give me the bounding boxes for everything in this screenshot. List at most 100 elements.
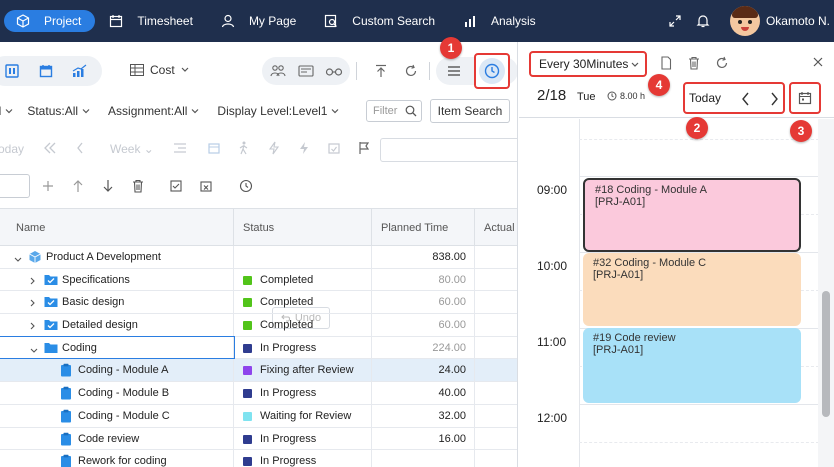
time-entry-event[interactable]: #32 Coding - Module C [PRJ-A01] xyxy=(583,253,801,326)
user-name[interactable]: Okamoto N. xyxy=(766,14,830,28)
history-icon[interactable] xyxy=(238,178,254,194)
nav-custom-search[interactable]: Custom Search xyxy=(310,10,449,32)
date-picker-button[interactable] xyxy=(789,82,821,114)
members-icon[interactable] xyxy=(266,59,290,83)
task-status: Completed xyxy=(260,273,314,286)
chevron-right-icon[interactable] xyxy=(30,276,36,285)
task-status: In Progress xyxy=(260,341,317,354)
table-row[interactable]: Coding - Module C Waiting for Review 32.00 xyxy=(0,404,517,428)
double-left-icon[interactable] xyxy=(42,140,58,156)
trash-icon[interactable] xyxy=(687,56,701,70)
cube-icon xyxy=(16,14,30,28)
time-entry-event[interactable]: #18 Coding - Module A [PRJ-A01] xyxy=(583,178,801,252)
item-search-button[interactable]: Item Search xyxy=(430,99,510,123)
filter-input[interactable]: Filter xyxy=(366,100,422,122)
chevron-right-icon[interactable] xyxy=(30,321,36,330)
planned-time: 838.00 xyxy=(432,251,466,263)
avatar[interactable] xyxy=(729,6,760,36)
lightning-outline-icon[interactable] xyxy=(266,140,282,156)
chevron-right-icon[interactable] xyxy=(30,298,36,307)
checkbox-icon[interactable] xyxy=(168,178,184,194)
menu-icon[interactable] xyxy=(442,59,466,83)
clipboard-icon xyxy=(60,386,74,400)
week-select[interactable]: Week ⌄ xyxy=(110,142,154,156)
nav-analysis[interactable]: Analysis xyxy=(449,10,550,32)
assignment-filter[interactable]: Assignment:All xyxy=(108,104,199,118)
document-icon[interactable] xyxy=(659,56,673,70)
nav-my-page[interactable]: My Page xyxy=(207,10,310,32)
display-level-filter[interactable]: Display Level:Level1 xyxy=(217,104,339,118)
clipboard-icon xyxy=(60,454,74,467)
chevron-left-icon[interactable] xyxy=(72,140,88,156)
folder-check-icon xyxy=(44,273,58,286)
table-row[interactable]: Coding - Module A Fixing after Review 24.0… xyxy=(0,359,517,383)
view-switcher xyxy=(0,56,102,86)
arrow-down-icon[interactable] xyxy=(100,178,116,194)
today-button[interactable]: Today xyxy=(689,91,721,105)
arrow-up-icon[interactable] xyxy=(70,178,86,194)
timesheet-header: Every 30Minutes 2/18 Tue 8.00 h Today xyxy=(519,42,834,118)
table-row[interactable]: Coding - Module B In Progress 40.00 xyxy=(0,382,517,405)
outdent-icon[interactable] xyxy=(172,140,188,156)
plus-icon[interactable] xyxy=(40,178,56,194)
planned-time: 224.00 xyxy=(432,341,466,354)
status-color-icon xyxy=(243,275,252,285)
task-status: Fixing after Review xyxy=(260,364,354,377)
table-row[interactable]: Rework for coding In Progress xyxy=(0,450,517,467)
flag-icon[interactable] xyxy=(356,140,372,156)
filter-dropdown-prev[interactable]: ll xyxy=(0,104,13,118)
nav-project[interactable]: Project xyxy=(4,10,96,32)
table-row[interactable]: Basic design Completed 60.00 xyxy=(0,291,517,315)
nav-timesheet[interactable]: Timesheet xyxy=(95,10,207,32)
collapse-up-icon[interactable] xyxy=(369,59,393,83)
close-icon[interactable] xyxy=(812,56,824,68)
calendar-x-icon[interactable] xyxy=(198,178,214,194)
time-label: 09:00 xyxy=(537,183,568,197)
scrollbar-thumb[interactable] xyxy=(822,291,830,417)
glasses-icon[interactable] xyxy=(322,59,346,83)
gantt-search-input[interactable] xyxy=(380,138,517,162)
expand-icon[interactable] xyxy=(668,14,682,28)
top-nav: Project Timesheet My Page Custom Search … xyxy=(0,0,834,42)
table-row[interactable]: Detailed design Completed 60.00 xyxy=(0,314,517,337)
task-name: Specifications xyxy=(62,273,130,286)
gantt-view-icon[interactable] xyxy=(4,63,20,79)
card-icon[interactable] xyxy=(294,59,318,83)
status-color-icon xyxy=(243,434,252,444)
table-row[interactable]: Coding In Progress 224.00 xyxy=(0,335,517,360)
time-entry-button[interactable] xyxy=(474,53,510,89)
table-row[interactable]: Specifications Completed 80.00 xyxy=(0,268,517,292)
table-row[interactable]: Product A Development 838.00 xyxy=(0,246,517,269)
scrollbar[interactable] xyxy=(818,119,834,467)
planned-time: 16.00 xyxy=(438,432,466,445)
refresh-icon[interactable] xyxy=(399,59,423,83)
callout-badge: 1 xyxy=(440,37,462,59)
col-actual-header[interactable]: Actual xyxy=(484,222,515,234)
lightning-icon[interactable] xyxy=(296,140,312,156)
refresh-icon[interactable] xyxy=(715,56,729,70)
interval-select[interactable]: Every 30Minutes xyxy=(529,51,647,77)
time-entry-event[interactable]: #19 Code review [PRJ-A01] xyxy=(583,328,801,403)
calendar-icon[interactable] xyxy=(206,140,222,156)
task-name: Code review xyxy=(78,432,140,445)
view-options-group xyxy=(262,57,350,85)
calendar-check-icon[interactable] xyxy=(326,140,342,156)
chevron-left-icon[interactable] xyxy=(741,92,751,106)
bell-icon[interactable] xyxy=(696,14,710,28)
calendar-view-icon[interactable] xyxy=(38,63,54,79)
today-button[interactable]: oday xyxy=(0,142,24,156)
status-filter[interactable]: Status:All xyxy=(27,104,90,118)
col-status-header[interactable]: Status xyxy=(243,222,274,234)
task-name: Coding - Module C xyxy=(78,409,170,422)
col-planned-header[interactable]: Planned Time xyxy=(381,222,448,234)
trash-icon[interactable] xyxy=(130,178,146,194)
nav-project-label: Project xyxy=(44,14,82,28)
chevron-down-icon[interactable] xyxy=(14,254,22,262)
table-row[interactable]: Code review In Progress 16.00 xyxy=(0,427,517,451)
chevron-right-icon[interactable] xyxy=(769,92,779,106)
col-name-header[interactable]: Name xyxy=(16,222,45,234)
walk-icon[interactable] xyxy=(236,140,252,156)
chevron-down-icon[interactable] xyxy=(30,345,38,353)
chart-view-icon[interactable] xyxy=(72,63,88,79)
view-mode-select[interactable]: Cost xyxy=(130,63,189,77)
